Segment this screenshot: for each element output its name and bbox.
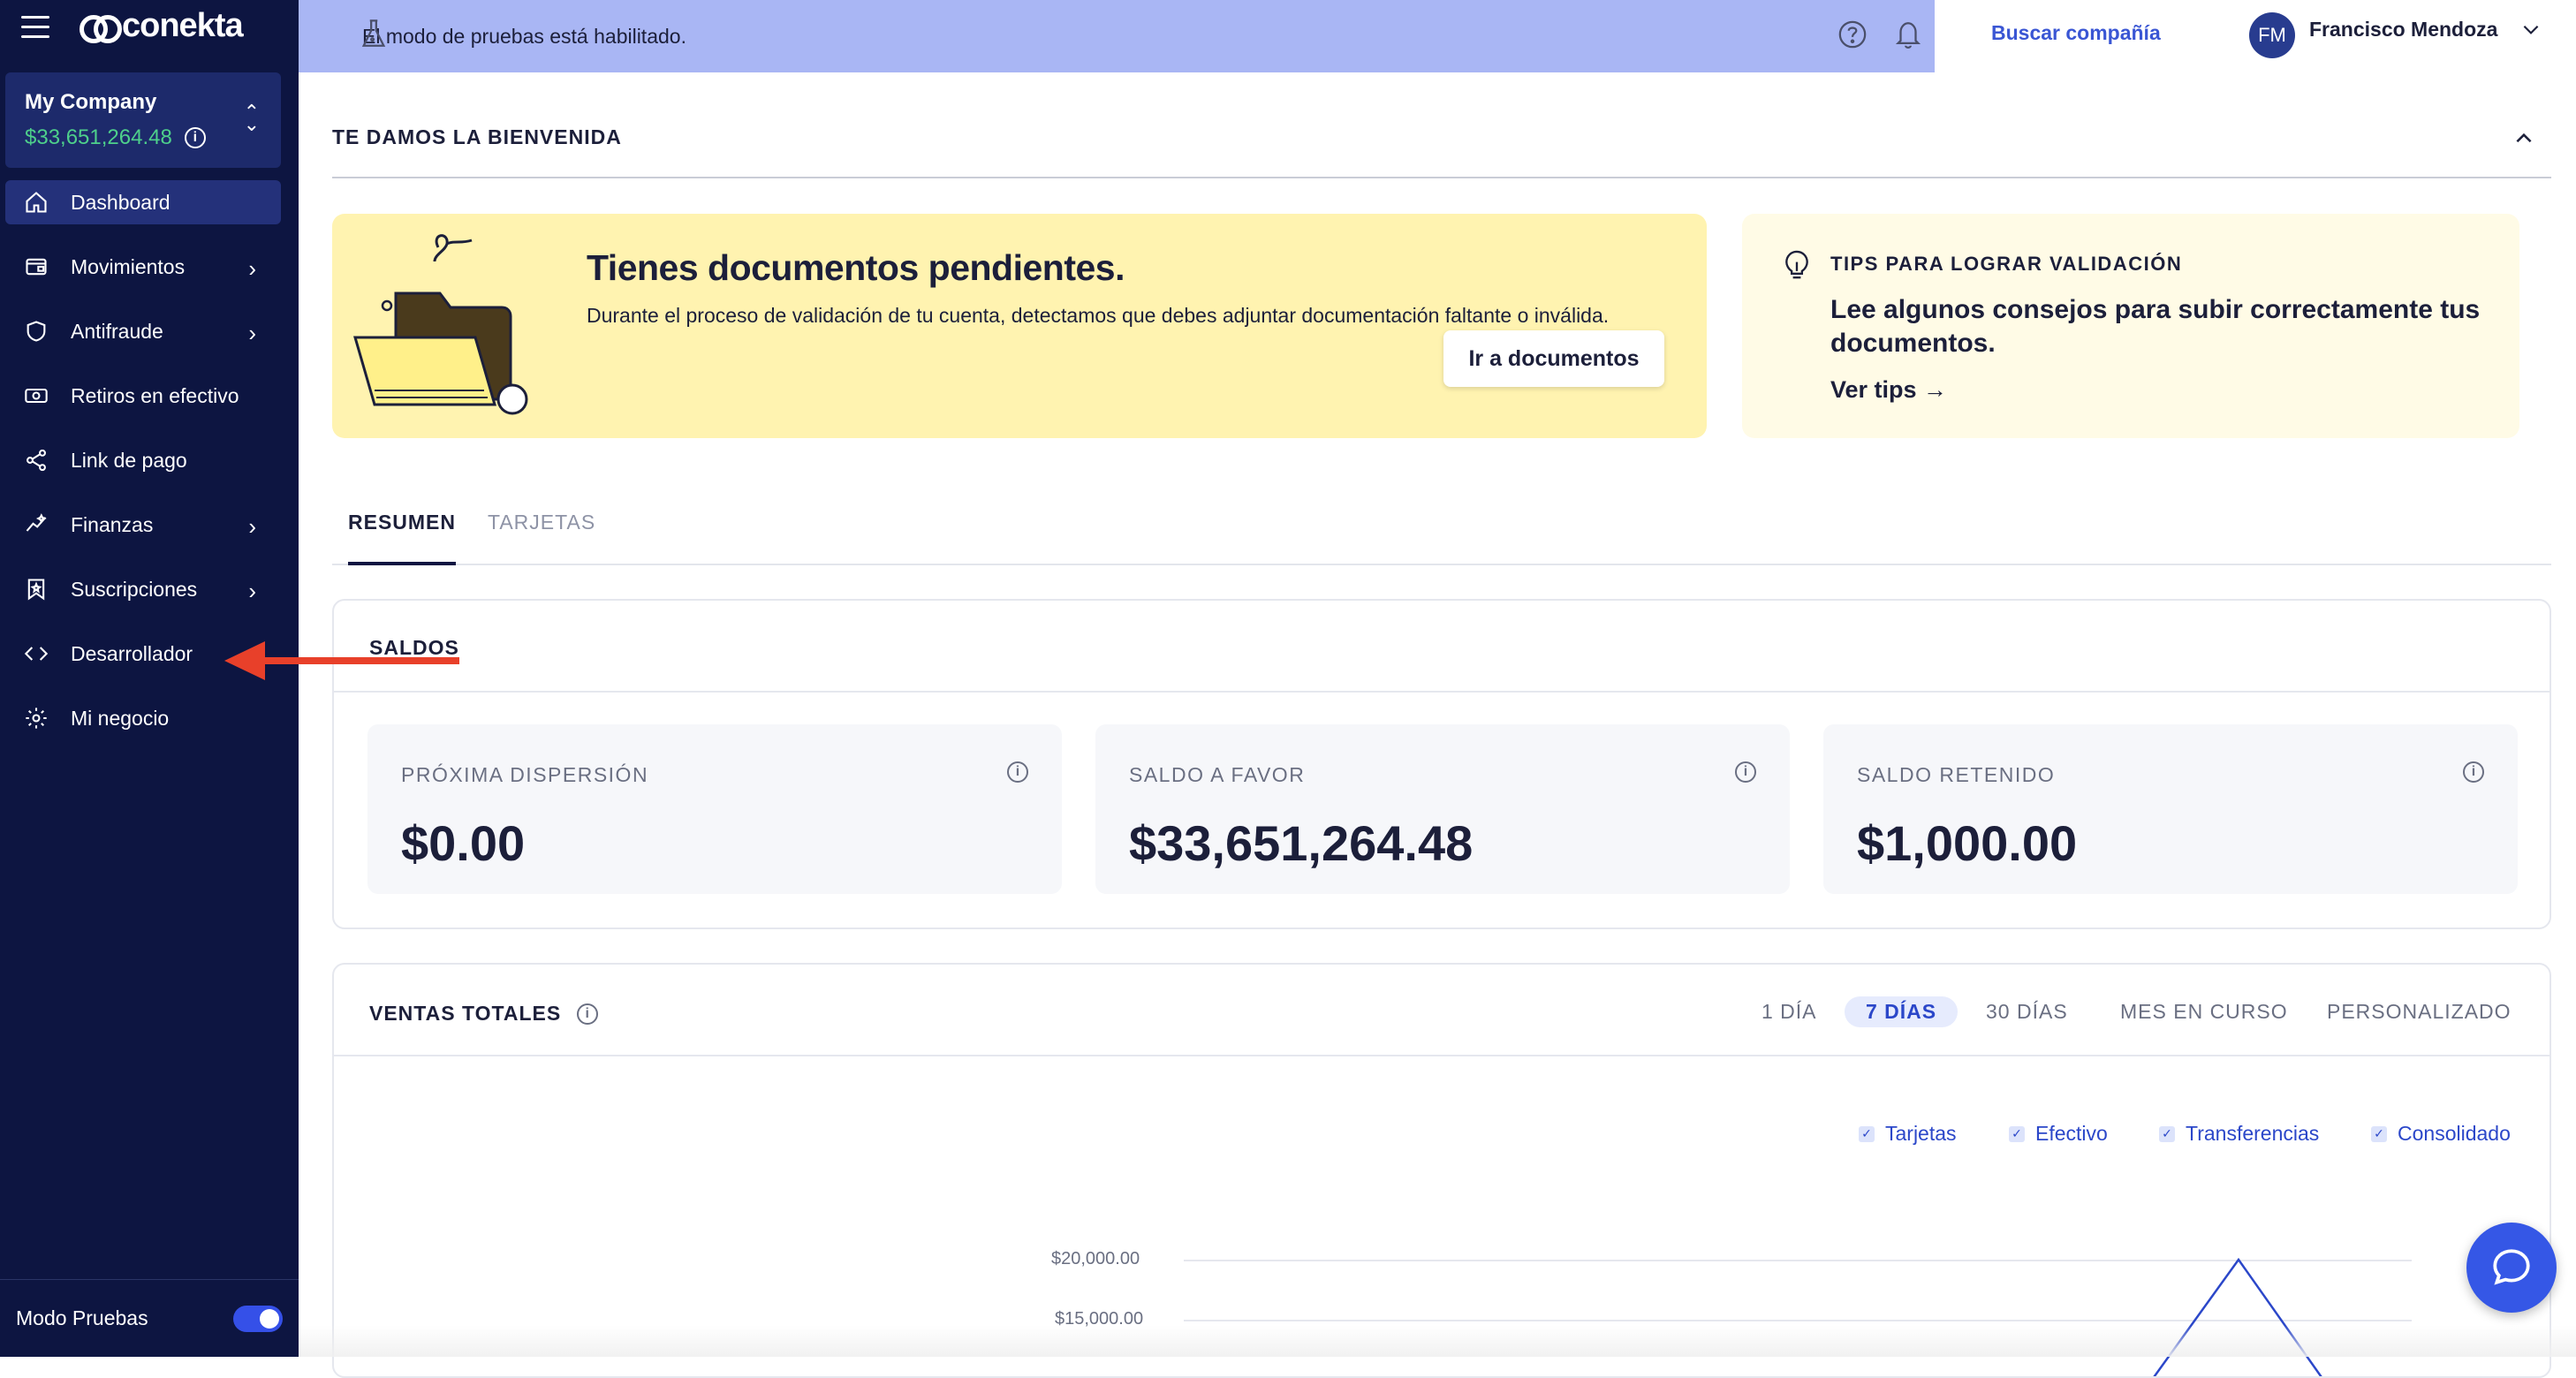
divider — [332, 177, 2551, 178]
tab-tarjetas[interactable]: TARJETAS — [488, 511, 595, 565]
chevron-updown-icon: ⌃ ⌄ — [243, 101, 260, 135]
sidebar-item-link-de-pago[interactable]: Link de pago — [5, 438, 281, 482]
sidebar-item-label: Retiros en efectivo — [71, 383, 239, 407]
chat-bubble-icon — [2493, 1249, 2530, 1285]
see-tips-link[interactable]: Ver tips → — [1830, 376, 1947, 404]
chevron-down-icon[interactable] — [2519, 18, 2542, 45]
sidebar-item-label: Desarrollador — [71, 641, 193, 665]
chevron-up-icon[interactable] — [2512, 127, 2535, 155]
company-balance: $33,651,264.48 — [25, 125, 172, 149]
sidebar-item-finanzas[interactable]: Finanzas › — [5, 503, 281, 547]
lightbulb-icon — [1781, 249, 1813, 287]
chevron-right-icon: › — [248, 255, 256, 282]
chart-sparkle-icon — [23, 511, 49, 538]
chevron-right-icon: › — [248, 513, 256, 540]
scroll-fade — [299, 1325, 2576, 1357]
info-icon[interactable]: i — [1007, 761, 1028, 783]
balance-value: $0.00 — [401, 815, 526, 871]
tab-bar: RESUMEN TARJETAS — [332, 511, 2551, 565]
pending-documents-card: Tienes documentos pendientes. Durante el… — [332, 214, 1707, 438]
balance-label: SALDO A FAVOR — [1129, 763, 1306, 786]
sidebar-item-label: Antifraude — [71, 319, 163, 343]
sales-chart-line — [2153, 1257, 2322, 1376]
sidebar-item-retiros[interactable]: Retiros en efectivo — [5, 374, 281, 418]
info-icon[interactable]: i — [184, 127, 206, 148]
sidebar-item-antifraude[interactable]: Antifraude › — [5, 309, 281, 353]
chevron-right-icon: › — [248, 320, 256, 346]
sidebar-item-label: Finanzas — [71, 512, 154, 536]
divider — [334, 691, 2549, 693]
flask-icon — [359, 18, 389, 56]
balance-box-retained: SALDO RETENIDO i $1,000.00 — [1823, 724, 2518, 894]
conekta-logo-icon — [80, 14, 122, 43]
annotation-arrow-icon — [224, 641, 459, 680]
welcome-title: TE DAMOS LA BIENVENIDA — [332, 125, 622, 148]
sidebar-item-label: Suscripciones — [71, 577, 198, 601]
balance-box-next-dispersion: PRÓXIMA DISPERSIÓN i $0.00 — [367, 724, 1062, 894]
gear-icon — [23, 705, 49, 731]
company-name: My Company — [25, 90, 157, 114]
sidebar-item-mi-negocio[interactable]: Mi negocio — [5, 696, 281, 740]
share-icon — [23, 447, 49, 473]
pending-description: Durante el proceso de validación de tu c… — [587, 304, 1610, 327]
help-icon[interactable] — [1837, 19, 1868, 54]
balance-value: $1,000.00 — [1857, 815, 2078, 871]
balance-box-in-favor: SALDO A FAVOR i $33,651,264.48 — [1095, 724, 1790, 894]
test-mode-notice: El modo de pruebas está habilitado. — [362, 24, 686, 48]
balance-label: SALDO RETENIDO — [1857, 763, 2056, 786]
search-company-link[interactable]: Buscar compañía — [1991, 21, 2161, 45]
menu-icon[interactable] — [21, 16, 49, 39]
cash-icon — [23, 382, 49, 409]
info-icon[interactable]: i — [1735, 761, 1756, 783]
info-icon[interactable]: i — [2463, 761, 2484, 783]
chevron-right-icon: › — [248, 578, 256, 604]
test-mode-banner: El modo de pruebas está habilitado. — [299, 0, 1935, 72]
balance-value: $33,651,264.48 — [1129, 815, 1474, 871]
go-to-documents-button[interactable]: Ir a documentos — [1443, 330, 1664, 387]
balances-card: SALDOS PRÓXIMA DISPERSIÓN i $0.00 SALDO … — [332, 599, 2551, 929]
sidebar-item-dashboard[interactable]: Dashboard — [5, 180, 281, 224]
home-icon — [23, 189, 49, 216]
tips-card: TIPS PARA LOGRAR VALIDACIÓN Lee algunos … — [1742, 214, 2519, 438]
sidebar-item-label: Dashboard — [71, 190, 170, 214]
tab-resumen[interactable]: RESUMEN — [348, 511, 457, 565]
wallet-icon — [23, 254, 49, 280]
company-switcher[interactable]: My Company $33,651,264.48 i ⌃ ⌄ — [5, 72, 281, 168]
bookmark-star-icon — [23, 576, 49, 602]
code-icon — [23, 640, 49, 667]
avatar[interactable]: FM — [2249, 12, 2295, 58]
total-sales-card: VENTAS TOTALES i 1 DÍA 7 DÍAS 30 DÍAS ME… — [332, 963, 2551, 1378]
test-mode-label: Modo Pruebas — [16, 1306, 148, 1329]
test-mode-toggle[interactable] — [233, 1305, 283, 1332]
pending-title: Tienes documentos pendientes. — [587, 247, 1125, 288]
sidebar-item-label: Mi negocio — [71, 706, 170, 730]
bell-icon[interactable] — [1893, 18, 1923, 56]
tips-headline: Lee algunos consejos para subir correcta… — [1830, 295, 2481, 358]
sidebar-item-label: Movimientos — [71, 254, 186, 278]
chat-button[interactable] — [2466, 1223, 2557, 1313]
balance-label: PRÓXIMA DISPERSIÓN — [401, 763, 649, 786]
brand-name: conekta — [122, 7, 244, 44]
test-mode-row: Modo Pruebas — [0, 1279, 299, 1357]
shield-icon — [23, 318, 49, 344]
tips-caption: TIPS PARA LOGRAR VALIDACIÓN — [1830, 253, 2183, 275]
folder-illustration-icon — [343, 231, 546, 430]
sidebar-item-label: Link de pago — [71, 448, 187, 472]
sidebar-item-suscripciones[interactable]: Suscripciones › — [5, 567, 281, 611]
user-name[interactable]: Francisco Mendoza — [2309, 18, 2497, 42]
sidebar-item-movimientos[interactable]: Movimientos › — [5, 245, 281, 289]
conekta-logo[interactable]: conekta — [80, 7, 244, 45]
